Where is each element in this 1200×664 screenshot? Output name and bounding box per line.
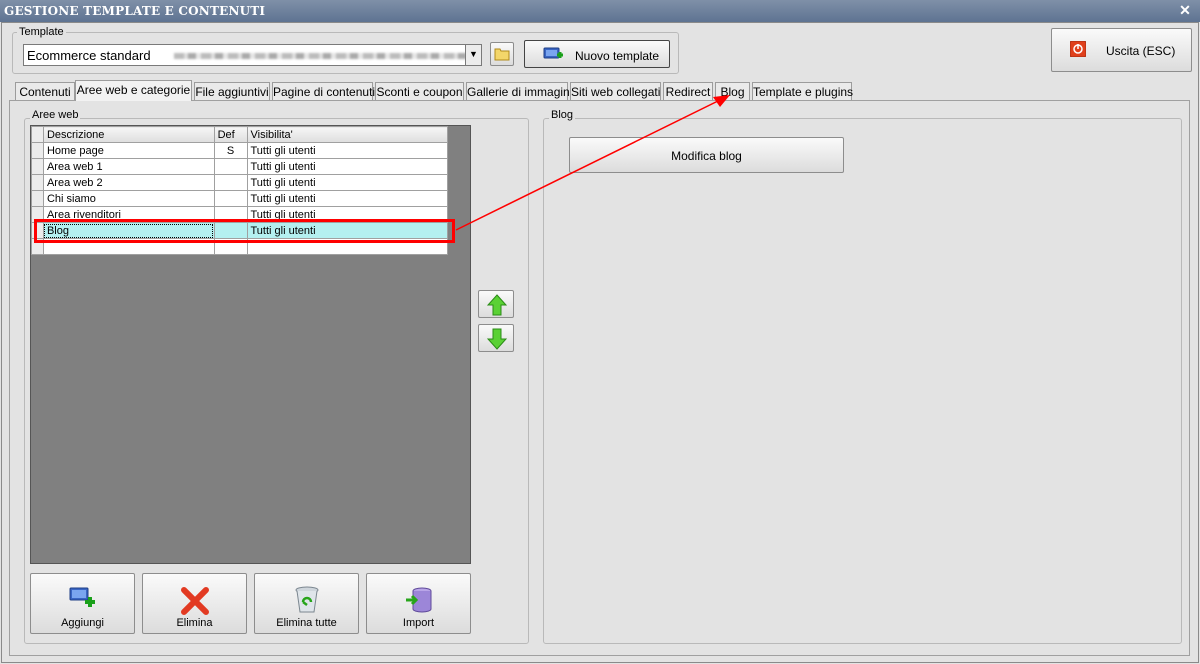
- database-import-icon: [405, 587, 431, 613]
- column-header-descrizione[interactable]: Descrizione: [42, 126, 215, 143]
- row-indicator: [31, 142, 44, 159]
- cell-visibilita[interactable]: Tutti gli utenti: [246, 158, 448, 175]
- edit-blog-button[interactable]: Modifica blog: [569, 137, 844, 173]
- delete-button[interactable]: Elimina: [142, 573, 247, 634]
- aree-web-group-label: Aree web: [30, 109, 81, 121]
- add-label: Aggiungi: [61, 617, 104, 629]
- delete-all-button[interactable]: Elimina tutte: [254, 573, 359, 634]
- annotation-highlight-box: [34, 219, 455, 243]
- delete-all-label: Elimina tutte: [276, 617, 337, 629]
- template-select-value: Ecommerce standard: [27, 48, 151, 63]
- arrow-up-icon: [487, 294, 507, 316]
- cell-visibilita[interactable]: Tutti gli utenti: [246, 142, 448, 159]
- row-indicator: [31, 174, 44, 191]
- template-select[interactable]: Ecommerce standard ▼: [23, 44, 482, 66]
- tab-gallerie-di-immagini[interactable]: Gallerie di immagini: [466, 82, 572, 100]
- tab-siti-web-collegati[interactable]: Siti web collegati: [570, 82, 661, 100]
- aree-web-grid[interactable]: Descrizione Def Visibilita' Home page S …: [30, 125, 471, 564]
- cell-def[interactable]: S: [213, 142, 248, 159]
- cell-descrizione[interactable]: Chi siamo: [42, 190, 215, 207]
- table-row[interactable]: Area web 2 Tutti gli utenti: [31, 174, 448, 191]
- delete-label: Elimina: [176, 617, 213, 629]
- blurred-text: [174, 53, 481, 59]
- move-up-button[interactable]: [478, 290, 514, 318]
- cell-descrizione[interactable]: Area web 2: [42, 174, 215, 191]
- tab-contenuti[interactable]: Contenuti: [15, 82, 75, 100]
- window-title: GESTIONE TEMPLATE E CONTENUTI: [0, 0, 1200, 22]
- new-template-button[interactable]: Nuovo template: [524, 40, 670, 68]
- cell-descrizione[interactable]: Area web 1: [42, 158, 215, 175]
- column-header-def[interactable]: Def: [213, 126, 248, 143]
- tab-file-aggiuntivi[interactable]: File aggiuntivi: [194, 82, 270, 100]
- row-indicator: [31, 158, 44, 175]
- close-icon[interactable]: ✕: [1178, 2, 1192, 19]
- import-label: Import: [402, 617, 435, 629]
- import-button[interactable]: Import: [366, 573, 471, 634]
- tab-blog[interactable]: Blog: [715, 82, 750, 100]
- tab-template-e-plugins[interactable]: Template e plugins: [752, 82, 853, 100]
- row-indicator: [31, 126, 44, 143]
- add-button[interactable]: Aggiungi: [30, 573, 135, 634]
- template-group-label: Template: [17, 26, 66, 38]
- chevron-down-icon[interactable]: ▼: [465, 45, 481, 65]
- table-header: Descrizione Def Visibilita': [31, 126, 448, 143]
- column-header-visibilita[interactable]: Visibilita': [246, 126, 448, 143]
- exit-button[interactable]: Uscita (ESC): [1051, 28, 1192, 72]
- arrow-down-icon: [487, 328, 507, 350]
- delete-icon: [180, 587, 209, 615]
- recycle-bin-icon: [295, 586, 318, 613]
- table-row[interactable]: Chi siamo Tutti gli utenti: [31, 190, 448, 207]
- open-folder-button[interactable]: [490, 42, 514, 66]
- power-icon: [1070, 41, 1086, 57]
- blog-group: [543, 118, 1182, 644]
- cell-def[interactable]: [213, 174, 248, 191]
- cell-descrizione[interactable]: Home page: [42, 142, 215, 159]
- new-template-label: Nuovo template: [575, 49, 660, 63]
- cell-def[interactable]: [213, 190, 248, 207]
- edit-blog-label: Modifica blog: [671, 149, 742, 163]
- tab-pagine-di-contenuti[interactable]: Pagine di contenuti: [272, 82, 375, 100]
- exit-label: Uscita (ESC): [1106, 44, 1176, 58]
- cell-visibilita[interactable]: Tutti gli utenti: [246, 174, 448, 191]
- cell-visibilita[interactable]: Tutti gli utenti: [246, 190, 448, 207]
- folder-icon: [494, 48, 510, 61]
- cell-def[interactable]: [213, 158, 248, 175]
- row-indicator: [31, 190, 44, 207]
- tab-redirect[interactable]: Redirect: [663, 82, 713, 100]
- table-row[interactable]: Home page S Tutti gli utenti: [31, 142, 448, 159]
- table-row[interactable]: Area web 1 Tutti gli utenti: [31, 158, 448, 175]
- new-template-icon: [543, 47, 563, 59]
- blog-group-label: Blog: [549, 109, 576, 121]
- tab-sconti-e-coupon[interactable]: Sconti e coupon: [375, 82, 464, 100]
- tab-aree-web-e-categorie[interactable]: Aree web e categorie: [75, 80, 192, 101]
- move-down-button[interactable]: [478, 324, 514, 352]
- add-icon: [69, 587, 95, 607]
